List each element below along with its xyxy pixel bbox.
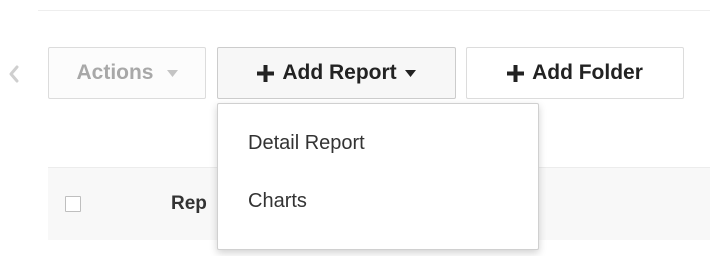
add-folder-button-label: Add Folder	[532, 61, 643, 84]
caret-down-icon	[166, 69, 178, 77]
add-report-dropdown-menu: Detail Report Charts	[217, 103, 539, 250]
plus-icon	[257, 64, 275, 82]
menu-item-charts[interactable]: Charts	[218, 172, 538, 230]
add-report-button-label: Add Report	[282, 61, 397, 84]
add-report-button[interactable]: Add Report	[217, 47, 456, 99]
plus-icon	[507, 64, 525, 82]
actions-button[interactable]: Actions	[48, 47, 206, 99]
report-column-header[interactable]: Rep	[171, 193, 207, 215]
add-folder-button[interactable]: Add Folder	[466, 47, 684, 99]
top-divider	[38, 10, 710, 11]
menu-item-detail-report[interactable]: Detail Report	[218, 114, 538, 172]
actions-button-label: Actions	[76, 61, 154, 84]
menu-item-label: Detail Report	[248, 131, 365, 154]
back-chevron-icon[interactable]	[0, 59, 28, 89]
menu-item-label: Charts	[248, 189, 307, 212]
caret-down-icon	[404, 69, 416, 77]
select-all-checkbox[interactable]	[65, 196, 81, 212]
